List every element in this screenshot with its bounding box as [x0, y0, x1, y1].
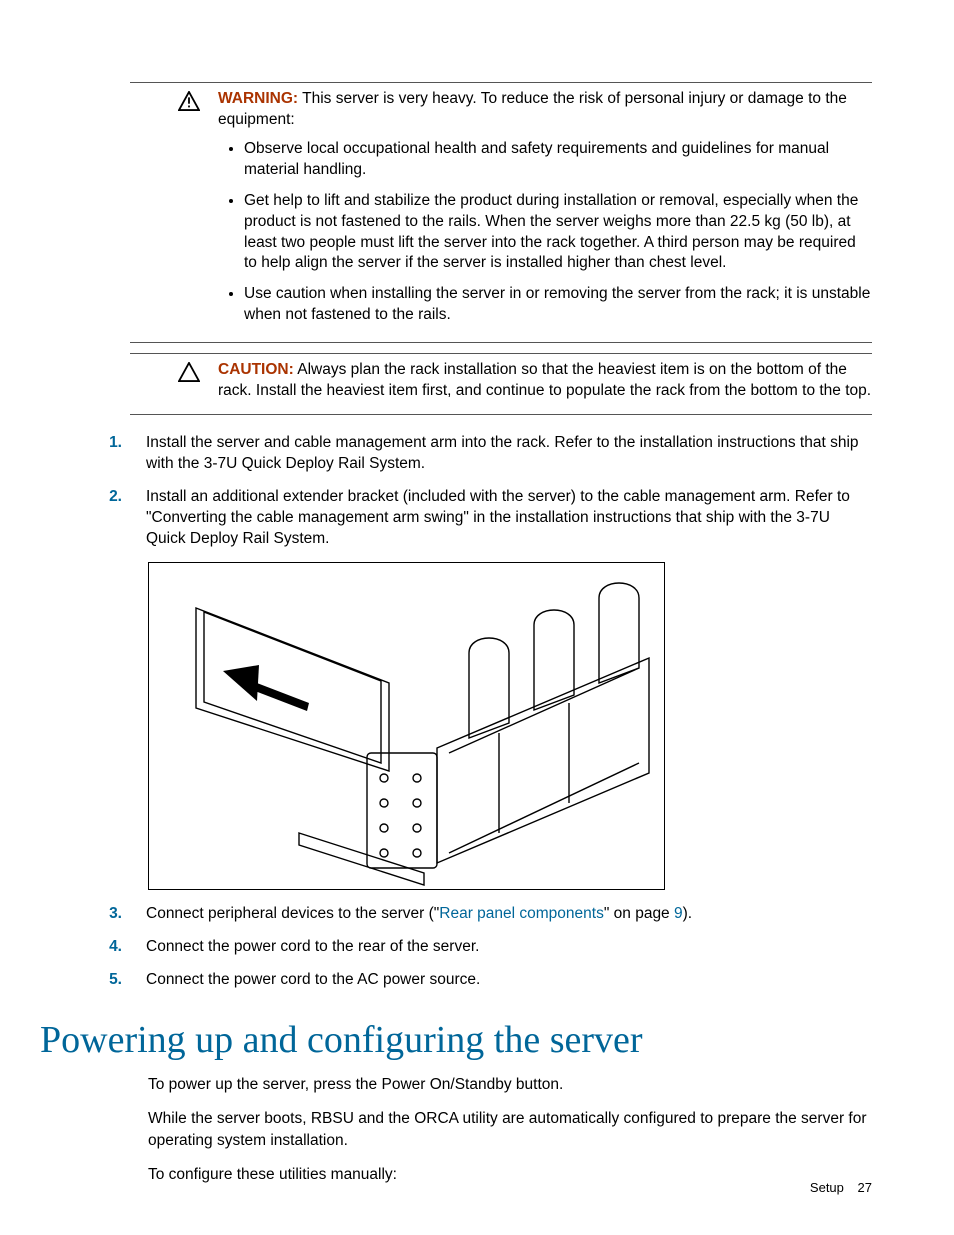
step-number: 4. — [82, 937, 122, 958]
footer-page-number: 27 — [858, 1180, 872, 1195]
divider — [130, 82, 872, 83]
caution-block: CAUTION: Always plan the rack installati… — [130, 353, 872, 415]
warning-bullet: Use caution when installing the server i… — [244, 284, 872, 326]
step-text: Connect the power cord to the AC power s… — [146, 970, 872, 991]
step-text: Connect peripheral devices to the server… — [146, 904, 872, 925]
section-heading: Powering up and configuring the server — [40, 1018, 872, 1062]
step-5: 5. Connect the power cord to the AC powe… — [82, 970, 872, 991]
divider — [130, 414, 872, 415]
step-number: 3. — [82, 904, 122, 925]
step3-post: ). — [683, 905, 692, 922]
warning-icon — [178, 89, 218, 336]
step3-pre: Connect peripheral devices to the server… — [146, 905, 439, 922]
step-text: Install an additional extender bracket (… — [146, 487, 872, 550]
page-footer: Setup 27 — [810, 1180, 872, 1195]
warning-label: WARNING: — [218, 90, 298, 107]
step-number: 5. — [82, 970, 122, 991]
cable-arm-figure — [148, 562, 665, 890]
warning-block: WARNING: This server is very heavy. To r… — [130, 82, 872, 343]
step-2: 2. Install an additional extender bracke… — [82, 487, 872, 550]
body-paragraph: To power up the server, press the Power … — [148, 1074, 872, 1096]
caution-icon — [178, 360, 218, 408]
footer-section: Setup — [810, 1180, 844, 1195]
step3-mid: " on page — [604, 905, 674, 922]
warning-bullet: Observe local occupational health and sa… — [244, 139, 872, 181]
warning-intro-text: This server is very heavy. To reduce the… — [218, 90, 847, 128]
step-number: 2. — [82, 487, 122, 550]
rear-panel-link[interactable]: Rear panel components — [439, 905, 604, 922]
step-number: 1. — [82, 433, 122, 475]
divider — [130, 353, 872, 354]
steps-list-b: 3. Connect peripheral devices to the ser… — [82, 904, 872, 991]
warning-intro: WARNING: This server is very heavy. To r… — [218, 89, 872, 131]
body-paragraph: While the server boots, RBSU and the ORC… — [148, 1108, 872, 1151]
caution-text-line: CAUTION: Always plan the rack installati… — [218, 360, 872, 402]
caution-label: CAUTION: — [218, 361, 294, 378]
warning-bullets: Observe local occupational health and sa… — [218, 139, 872, 326]
page-9-link[interactable]: 9 — [674, 905, 683, 922]
warning-body: WARNING: This server is very heavy. To r… — [218, 89, 872, 336]
divider — [130, 342, 872, 343]
body-paragraph: To configure these utilities manually: — [148, 1164, 872, 1186]
caution-body: CAUTION: Always plan the rack installati… — [218, 360, 872, 408]
step-text: Connect the power cord to the rear of th… — [146, 937, 872, 958]
page: WARNING: This server is very heavy. To r… — [0, 0, 954, 1235]
step-4: 4. Connect the power cord to the rear of… — [82, 937, 872, 958]
caution-admonition: CAUTION: Always plan the rack installati… — [178, 360, 872, 408]
step-text: Install the server and cable management … — [146, 433, 872, 475]
warning-bullet: Get help to lift and stabilize the produ… — [244, 191, 872, 275]
caution-text: Always plan the rack installation so tha… — [218, 361, 871, 399]
warning-admonition: WARNING: This server is very heavy. To r… — [178, 89, 872, 336]
step-3: 3. Connect peripheral devices to the ser… — [82, 904, 872, 925]
step-1: 1. Install the server and cable manageme… — [82, 433, 872, 475]
steps-list-a: 1. Install the server and cable manageme… — [82, 433, 872, 550]
